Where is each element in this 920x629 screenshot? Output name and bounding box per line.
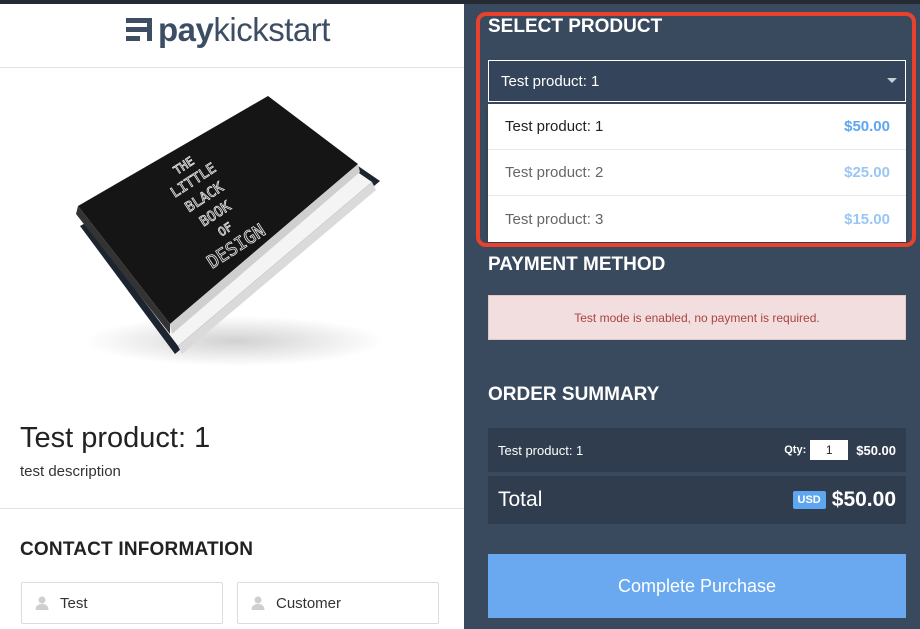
total-label: Total — [498, 488, 543, 511]
product-panel: paykickstart THE LITTLE BLACK BOOK OF DE… — [0, 4, 464, 629]
product-dropdown-list: Test product: 1 $50.00 Test product: 2 $… — [488, 104, 906, 242]
product-description: test description — [20, 463, 121, 480]
contact-information-heading: CONTACT INFORMATION — [20, 539, 254, 560]
currency-badge: USD — [792, 491, 826, 509]
person-icon — [251, 596, 265, 610]
option-name: Test product: 1 — [505, 118, 604, 135]
header-divider — [0, 67, 464, 68]
qty-label: Qty: — [784, 444, 807, 456]
last-name-value: Customer — [276, 594, 342, 612]
complete-purchase-button[interactable]: Complete Purchase — [488, 554, 906, 618]
select-product-heading: SELECT PRODUCT — [488, 16, 663, 37]
product-title: Test product: 1 — [20, 422, 211, 454]
paykickstart-logo-icon — [126, 18, 152, 41]
logo-text-pay: pay — [158, 11, 214, 48]
person-icon — [35, 596, 49, 610]
product-select-value: Test product: 1 — [501, 72, 600, 90]
product-select[interactable]: Test product: 1 — [488, 60, 906, 102]
first-name-field[interactable]: Test — [21, 582, 223, 624]
section-divider — [0, 508, 464, 509]
option-price: $25.00 — [844, 164, 890, 181]
option-price: $50.00 — [844, 118, 890, 135]
line-item-price: $50.00 — [856, 442, 896, 458]
test-mode-alert: Test mode is enabled, no payment is requ… — [488, 295, 906, 340]
last-name-field[interactable]: Customer — [237, 582, 439, 624]
first-name-value: Test — [60, 594, 88, 612]
product-option-1[interactable]: Test product: 1 $50.00 — [488, 104, 906, 150]
paykickstart-logo: paykickstart — [124, 10, 330, 50]
order-line-item: Test product: 1 Qty: 1 $50.00 — [488, 428, 906, 472]
logo-text-kickstart: kickstart — [213, 11, 330, 48]
option-name: Test product: 2 — [505, 164, 604, 181]
payment-method-heading: PAYMENT METHOD — [488, 254, 666, 275]
option-name: Test product: 3 — [505, 210, 604, 228]
order-total-row: Total USD $50.00 — [488, 476, 906, 524]
total-amount: $50.00 — [831, 488, 896, 511]
line-item-name: Test product: 1 — [498, 442, 584, 458]
product-option-3[interactable]: Test product: 3 $15.00 — [488, 196, 906, 242]
option-price: $15.00 — [844, 210, 890, 228]
chevron-down-icon — [887, 78, 897, 83]
order-summary-heading: ORDER SUMMARY — [488, 384, 660, 405]
product-book-image: THE LITTLE BLACK BOOK OF DESIGN — [76, 96, 385, 366]
quantity-input[interactable]: 1 — [810, 440, 849, 460]
product-option-2[interactable]: Test product: 2 $25.00 — [488, 150, 906, 196]
